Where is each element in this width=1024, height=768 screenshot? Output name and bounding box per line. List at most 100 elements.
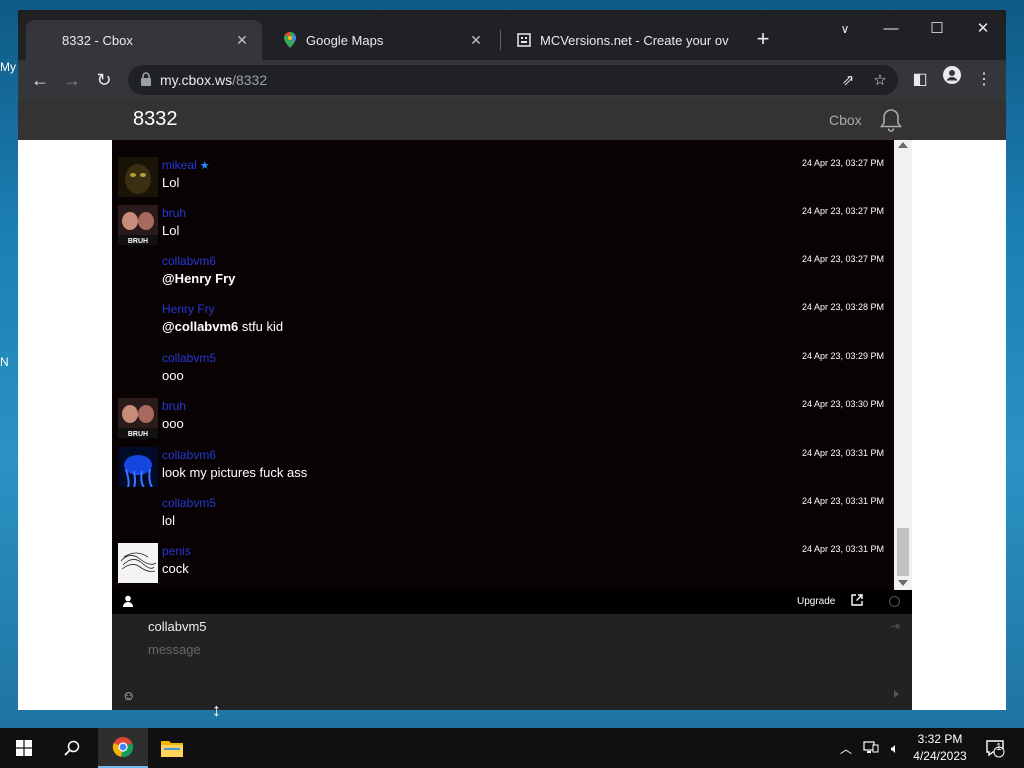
message-text: lol	[162, 513, 176, 528]
user-icon[interactable]	[122, 595, 136, 609]
profile-icon[interactable]	[938, 66, 966, 94]
message-time: 24 Apr 23, 03:27 PM	[801, 254, 884, 264]
message-time: 24 Apr 23, 03:30 PM	[801, 399, 884, 409]
message-author[interactable]: collabvm5	[162, 351, 216, 365]
close-icon[interactable]: ✕	[234, 32, 250, 49]
emoji-icon[interactable]: ☺	[122, 688, 135, 703]
close-icon[interactable]: ✕	[468, 32, 484, 49]
windows-start-icon[interactable]	[0, 728, 48, 768]
cbox-link[interactable]: Cbox	[829, 112, 862, 128]
star-icon: ★	[199, 160, 210, 172]
compose-username[interactable]: collabvm5	[148, 619, 207, 634]
upgrade-link[interactable]: Upgrade	[797, 596, 835, 607]
message-item: mikeal ★ 24 Apr 23, 03:27 PM Lol	[112, 153, 894, 201]
message-time: 24 Apr 23, 03:27 PM	[801, 206, 884, 216]
new-tab-button[interactable]: +	[748, 24, 778, 54]
notification-count: 1	[996, 742, 1002, 753]
message-list: mikeal ★ 24 Apr 23, 03:27 PM Lol BRUH bru…	[112, 140, 894, 590]
message-item: Henry Fry 24 Apr 23, 03:28 PM @collabvm6…	[112, 297, 894, 345]
forward-icon[interactable]: →	[58, 66, 86, 94]
message-item: collabvm6 24 Apr 23, 03:31 PM look my pi…	[112, 443, 894, 491]
message-author[interactable]: collabvm6	[162, 254, 216, 268]
mention[interactable]: @Henry Fry	[162, 271, 235, 286]
lock-icon	[140, 72, 156, 88]
message-time: 24 Apr 23, 03:28 PM	[801, 302, 884, 312]
tray-overflow-chevron-icon[interactable]: ︿	[836, 728, 856, 768]
message-text: @Henry Fry	[162, 271, 235, 286]
desktop-edge: My N	[0, 0, 18, 728]
message-text: ooo	[162, 368, 184, 383]
resize-cursor-icon: ↕	[212, 700, 221, 720]
dark-creature-avatar	[118, 157, 158, 197]
side-panel-icon[interactable]: ◧	[906, 66, 934, 94]
message-text: look my pictures fuck ass	[162, 465, 308, 480]
tab-mcversions[interactable]: MCVersions.net - Create your ov	[504, 20, 744, 60]
address-bar[interactable]: my.cbox.ws/8332 ⇗ ☆	[128, 65, 898, 95]
page-title: 8332	[133, 108, 178, 130]
message-text: Lol	[162, 175, 180, 190]
message-item: BRUH bruh 24 Apr 23, 03:27 PM Lol	[112, 201, 894, 249]
url-text: my.cbox.ws/8332	[160, 72, 267, 88]
message-time: 24 Apr 23, 03:29 PM	[801, 351, 884, 361]
message-text: @collabvm6 stfu kid	[162, 319, 284, 334]
svg-text:BRUH: BRUH	[128, 431, 148, 438]
tab-cbox[interactable]: 8332 - Cbox ✕	[26, 20, 262, 60]
clock-time[interactable]: 3:32 PM	[908, 732, 972, 746]
mention[interactable]: @collabvm6	[162, 319, 238, 334]
cbox-header: 8332 Cbox	[18, 100, 1006, 140]
popout-icon[interactable]	[851, 594, 863, 609]
message-author[interactable]: penis	[162, 544, 191, 558]
tab-google-maps[interactable]: Google Maps ✕	[270, 20, 496, 60]
search-icon[interactable]	[48, 728, 96, 768]
page-content: 8332 Cbox mikeal ★ 24 Apr 23, 03:27 PM Lo…	[18, 100, 1006, 710]
scroll-thumb[interactable]	[897, 528, 909, 576]
message-item: collabvm6 24 Apr 23, 03:27 PM @Henry Fry	[112, 249, 894, 297]
message-input[interactable]	[148, 639, 848, 659]
message-author[interactable]: bruh	[162, 399, 186, 413]
volume-icon[interactable]: 🔈︎	[884, 728, 906, 768]
menu-icon[interactable]: ⋮	[970, 66, 998, 94]
message-time: 24 Apr 23, 03:31 PM	[801, 496, 884, 506]
mcversions-icon	[516, 32, 532, 48]
message-text: ooo	[162, 416, 184, 431]
message-author[interactable]: collabvm5	[162, 496, 216, 510]
chrome-taskbar-icon[interactable]	[98, 728, 148, 768]
reload-icon[interactable]: ↻	[90, 66, 118, 94]
message-text: cock	[162, 561, 189, 576]
scroll-down-arrow-icon[interactable]	[898, 580, 908, 586]
url-host: my.cbox.ws	[160, 72, 233, 88]
share-icon[interactable]: ⇗	[838, 71, 858, 91]
message-scrollbar[interactable]	[894, 140, 912, 590]
clock-date[interactable]: 4/24/2023	[908, 749, 972, 763]
chat-box: mikeal ★ 24 Apr 23, 03:27 PM Lol BRUH bru…	[112, 140, 912, 710]
message-time: 24 Apr 23, 03:31 PM	[801, 448, 884, 458]
login-icon[interactable]: ⇥	[890, 619, 900, 633]
tab-strip: 8332 - Cbox ✕ Google Maps ✕ MCVersions.n…	[18, 10, 1006, 60]
compose-area: collabvm5 ⇥ ☺	[112, 614, 912, 710]
send-icon[interactable]	[894, 690, 899, 698]
bookmark-star-icon[interactable]: ☆	[870, 71, 890, 91]
tab-title: Google Maps	[306, 32, 384, 48]
tab-search-icon[interactable]: ∨	[822, 15, 868, 43]
maximize-button[interactable]: ☐	[914, 15, 960, 43]
message-author[interactable]: mikeal ★	[162, 158, 210, 172]
message-item: collabvm5 24 Apr 23, 03:29 PM ooo	[112, 346, 894, 394]
file-explorer-icon[interactable]	[150, 728, 194, 768]
bell-icon[interactable]	[878, 107, 904, 133]
svg-text:BRUH: BRUH	[128, 238, 148, 245]
scroll-up-arrow-icon[interactable]	[898, 142, 908, 148]
message-author[interactable]: bruh	[162, 206, 186, 220]
network-icon[interactable]	[860, 728, 882, 768]
close-window-button[interactable]: ✕	[960, 15, 1006, 43]
tab-title: MCVersions.net - Create your ov	[540, 32, 729, 48]
tab-title: 8332 - Cbox	[62, 32, 133, 48]
message-author[interactable]: Henry Fry	[162, 302, 215, 316]
bruh-avatar: BRUH	[118, 398, 158, 438]
notification-center-icon[interactable]: 1	[980, 728, 1010, 768]
message-text: Lol	[162, 223, 180, 238]
desktop-icon-label: N	[0, 355, 9, 369]
message-author[interactable]: collabvm6	[162, 448, 216, 462]
back-icon[interactable]: ←	[26, 66, 54, 94]
message-item: penis 24 Apr 23, 03:31 PM cock	[112, 539, 894, 587]
minimize-button[interactable]: —	[868, 15, 914, 43]
